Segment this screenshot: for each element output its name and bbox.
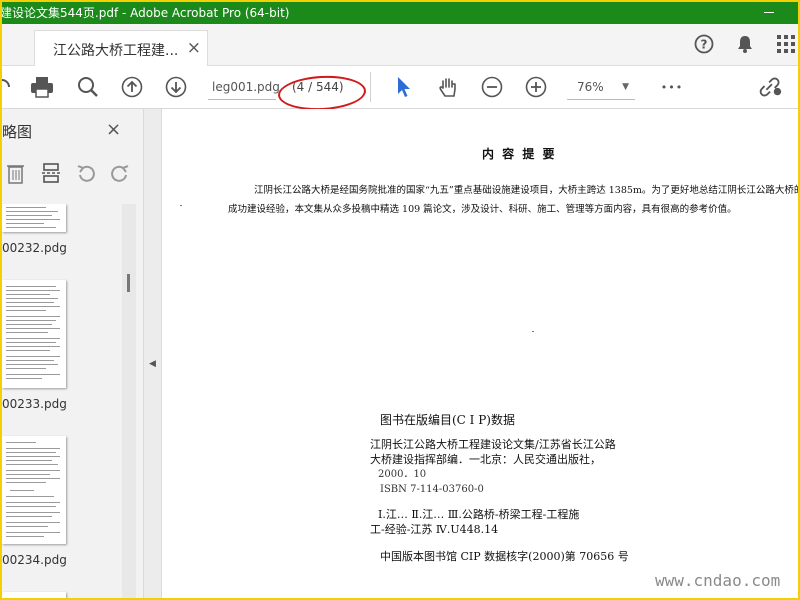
- hand-tool-icon[interactable]: [436, 75, 460, 99]
- thumbnail-label: 00234.pdg: [2, 553, 67, 567]
- document-page: 内 容 提 要 江阴长江公路大桥是经国务院批准的国家“九五”重点基础设施建设项目…: [162, 109, 798, 598]
- tab-bar: 江公路大桥工程建... × ?: [2, 24, 798, 66]
- rotate-right-icon[interactable]: [108, 161, 132, 185]
- page-thumbnail[interactable]: [2, 280, 66, 388]
- zoom-out-icon[interactable]: [480, 75, 504, 99]
- tab-label: 江公路大桥工程建...: [53, 43, 179, 59]
- cip-line: 大桥建设指挥部编．一北京：人民交通出版社，: [370, 453, 601, 466]
- select-cursor-icon[interactable]: [392, 75, 416, 99]
- file-name-field[interactable]: leg001.pdg: [208, 74, 280, 100]
- chevron-left-icon: ◀: [149, 359, 156, 369]
- cip-line: Ⅰ.江… Ⅱ.江… Ⅲ.公路桥-桥梁工程-工程施: [378, 508, 580, 521]
- tab-close-button[interactable]: ×: [187, 38, 201, 58]
- title-bar: 建设论文集544页.pdf - Adobe Acrobat Pro (64-bi…: [2, 2, 798, 24]
- save-icon[interactable]: [2, 75, 16, 99]
- delete-page-icon[interactable]: [4, 161, 28, 185]
- scrollbar-thumb[interactable]: [127, 274, 130, 292]
- scan-speck: [532, 331, 534, 332]
- window-title: 建设论文集544页.pdf - Adobe Acrobat Pro (64-bi…: [2, 6, 290, 20]
- link-icon[interactable]: [759, 75, 783, 99]
- main-toolbar: leg001.pdg (4 / 544) 76% ▼ •••: [2, 66, 798, 109]
- abstract-body: 江阴长江公路大桥是经国务院批准的国家“九五”重点基础设施建设项目，大桥主跨达 1…: [228, 185, 798, 215]
- zoom-select[interactable]: 76% ▼: [567, 74, 635, 100]
- cip-line: 2000．10: [378, 469, 427, 480]
- minimize-button[interactable]: [764, 2, 776, 22]
- abstract-title: 内 容 提 要: [482, 147, 557, 161]
- rotate-left-icon[interactable]: [74, 161, 98, 185]
- print-icon[interactable]: [30, 75, 54, 99]
- zoom-in-icon[interactable]: [524, 75, 548, 99]
- chevron-down-icon: ▼: [622, 82, 629, 92]
- thumbnail-scrollbar[interactable]: [122, 204, 136, 598]
- app-window: 建设论文集544页.pdf - Adobe Acrobat Pro (64-bi…: [2, 2, 798, 598]
- more-options-icon[interactable]: •••: [658, 75, 686, 99]
- panel-collapse-handle[interactable]: ◀: [144, 109, 162, 598]
- scan-speck: [180, 205, 182, 206]
- next-page-icon[interactable]: [164, 75, 188, 99]
- previous-page-icon[interactable]: [120, 75, 144, 99]
- help-icon[interactable]: ?: [692, 32, 716, 56]
- page-thumbnail[interactable]: [2, 436, 66, 544]
- cip-line: ISBN 7-114-03760-0: [380, 484, 484, 495]
- cip-line: 江阴长江公路大桥工程建设论文集/江苏省长江公路: [370, 438, 616, 451]
- notification-bell-icon[interactable]: [733, 32, 757, 56]
- cip-line: 中国版本图书馆 CIP 数据核字(2000)第 70656 号: [380, 550, 629, 563]
- zoom-value: 76%: [577, 80, 604, 94]
- thumbnail-panel: 略图 × 00232.pdg 00233.pdg 00234.pdg: [2, 109, 144, 598]
- cip-title: 图书在版编目(C I P)数据: [380, 413, 515, 427]
- search-icon[interactable]: [76, 75, 100, 99]
- apps-grid-icon[interactable]: [774, 32, 798, 56]
- extract-pages-icon[interactable]: [40, 161, 64, 185]
- toolbar-divider: [370, 72, 371, 102]
- thumbnail-label: 00232.pdg: [2, 241, 67, 255]
- page-thumbnail[interactable]: [2, 204, 66, 232]
- page-thumbnail[interactable]: [2, 592, 66, 598]
- cip-line: 工-经验-江苏 Ⅳ.U448.14: [370, 523, 499, 536]
- thumbnail-list: 00232.pdg 00233.pdg 00234.pdg: [2, 204, 122, 598]
- svg-text:?: ?: [701, 38, 708, 52]
- site-watermark: www.cndao.com: [655, 571, 781, 590]
- thumbnail-label: 00233.pdg: [2, 397, 67, 411]
- document-tab[interactable]: 江公路大桥工程建... ×: [34, 30, 208, 66]
- panel-title: 略图: [2, 123, 33, 141]
- panel-close-button[interactable]: ×: [106, 119, 121, 140]
